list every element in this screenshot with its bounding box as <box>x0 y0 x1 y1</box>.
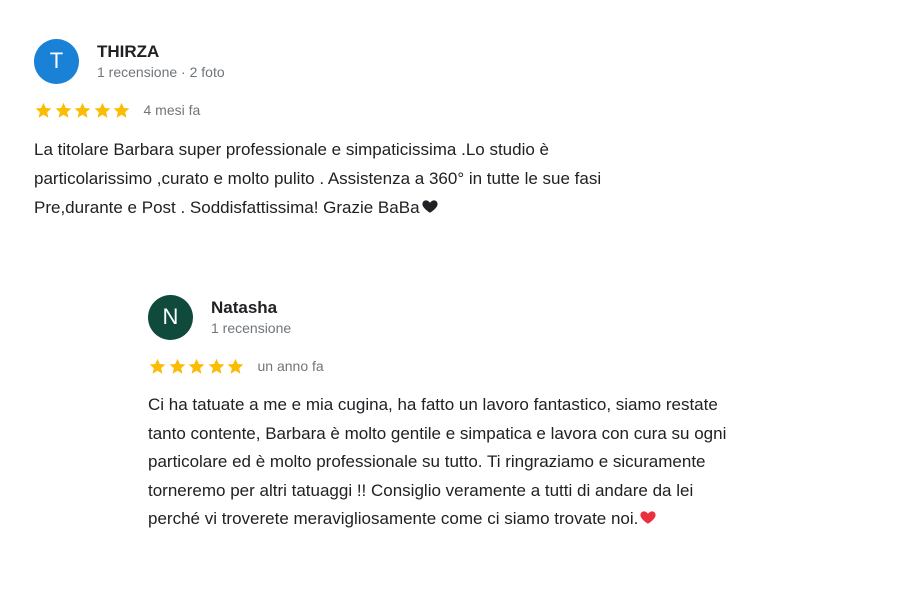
star-icon <box>93 101 112 120</box>
review-text: La titolare Barbara super professionale … <box>34 135 854 222</box>
red-heart-icon <box>639 508 657 526</box>
star-icon <box>73 101 92 120</box>
review-date: 4 mesi fa <box>143 102 201 118</box>
star-icon <box>34 101 53 120</box>
reviewer-name[interactable]: THIRZA <box>97 41 225 62</box>
star-rating <box>34 101 132 120</box>
star-icon <box>207 357 226 376</box>
review-text: Ci ha tatuate a me e mia cugina, ha fatt… <box>148 391 868 534</box>
review-header: T THIRZA 1 recensione · 2 foto <box>34 38 854 84</box>
star-icon <box>112 101 131 120</box>
black-heart-icon <box>421 197 439 215</box>
reviewer-info: Natasha 1 recensione <box>211 297 291 338</box>
avatar[interactable]: T <box>34 38 79 84</box>
review-date: un anno fa <box>257 358 324 374</box>
avatar[interactable]: N <box>148 294 193 340</box>
star-rating <box>148 357 246 376</box>
reviewer-info: THIRZA 1 recensione · 2 foto <box>97 41 225 82</box>
reviewer-meta: 1 recensione · 2 foto <box>97 63 225 80</box>
reviewer-meta: 1 recensione <box>211 319 292 336</box>
star-icon <box>168 357 187 376</box>
review-header: N Natasha 1 recensione <box>148 294 868 340</box>
rating-row: un anno fa <box>148 355 868 377</box>
star-icon <box>187 357 206 376</box>
review-card: N Natasha 1 recensione un anno fa Ci ha … <box>148 294 868 534</box>
review-card: T THIRZA 1 recensione · 2 foto 4 mesi fa… <box>34 38 854 222</box>
star-icon <box>54 101 73 120</box>
rating-row: 4 mesi fa <box>34 99 854 121</box>
reviewer-name[interactable]: Natasha <box>211 297 291 318</box>
review-text-content: La titolare Barbara super professionale … <box>34 140 602 217</box>
star-icon <box>226 357 245 376</box>
star-icon <box>148 357 167 376</box>
reviews-page: T THIRZA 1 recensione · 2 foto 4 mesi fa… <box>0 0 900 600</box>
